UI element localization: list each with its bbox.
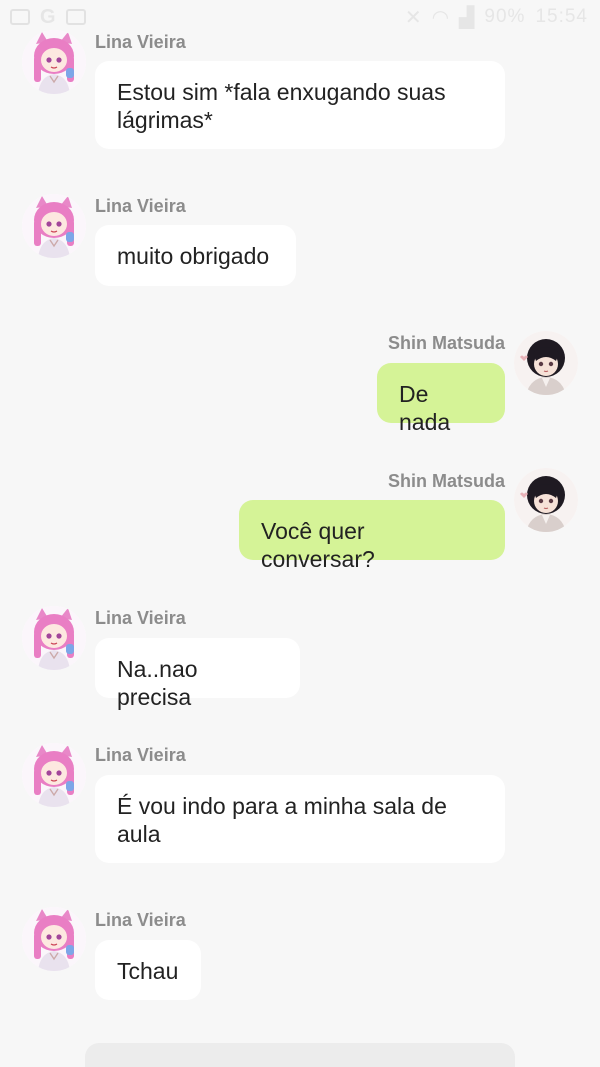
signal-icon: ▟ xyxy=(459,6,475,29)
avatar[interactable] xyxy=(22,743,86,807)
clock: 15:54 xyxy=(535,6,588,27)
sender-name: Lina Vieira xyxy=(95,196,186,216)
wifi-icon: ◠ xyxy=(431,6,450,29)
message-bubble[interactable]: É vou indo para a minha sala de aula xyxy=(95,775,505,863)
message-bubble[interactable]: Estou sim *fala enxugando suas lágrimas* xyxy=(95,61,505,149)
sender-name: Lina Vieira xyxy=(95,608,186,628)
sender-name: Lina Vieira xyxy=(95,745,186,765)
battery-level: 90% xyxy=(484,6,526,27)
sender-name: Shin Matsuda xyxy=(387,333,505,353)
avatar[interactable] xyxy=(514,468,578,532)
avatar[interactable] xyxy=(22,606,86,670)
media-icon xyxy=(65,9,86,25)
status-bar: G ✕ ◠ ▟ 90% 15:54 xyxy=(0,0,600,34)
avatar[interactable] xyxy=(22,907,86,971)
image-icon xyxy=(10,9,30,25)
avatar[interactable] xyxy=(514,331,578,395)
message-bubble[interactable]: muito obrigado xyxy=(95,225,296,286)
avatar[interactable] xyxy=(22,194,86,258)
message-bubble[interactable]: De nada xyxy=(377,363,505,435)
message-bubble[interactable]: Tchau xyxy=(95,940,201,1000)
google-icon: G xyxy=(40,5,56,28)
sender-name: Lina Vieira xyxy=(95,910,186,930)
sender-name: Lina Vieira xyxy=(95,32,186,52)
message-composer[interactable] xyxy=(85,1043,515,1067)
avatar[interactable] xyxy=(22,30,86,94)
mute-icon: ✕ xyxy=(404,6,422,29)
message-bubble[interactable]: Na..nao precisa xyxy=(95,638,300,710)
message-bubble[interactable]: Você quer conversar? xyxy=(239,500,505,572)
sender-name: Shin Matsuda xyxy=(387,471,505,491)
